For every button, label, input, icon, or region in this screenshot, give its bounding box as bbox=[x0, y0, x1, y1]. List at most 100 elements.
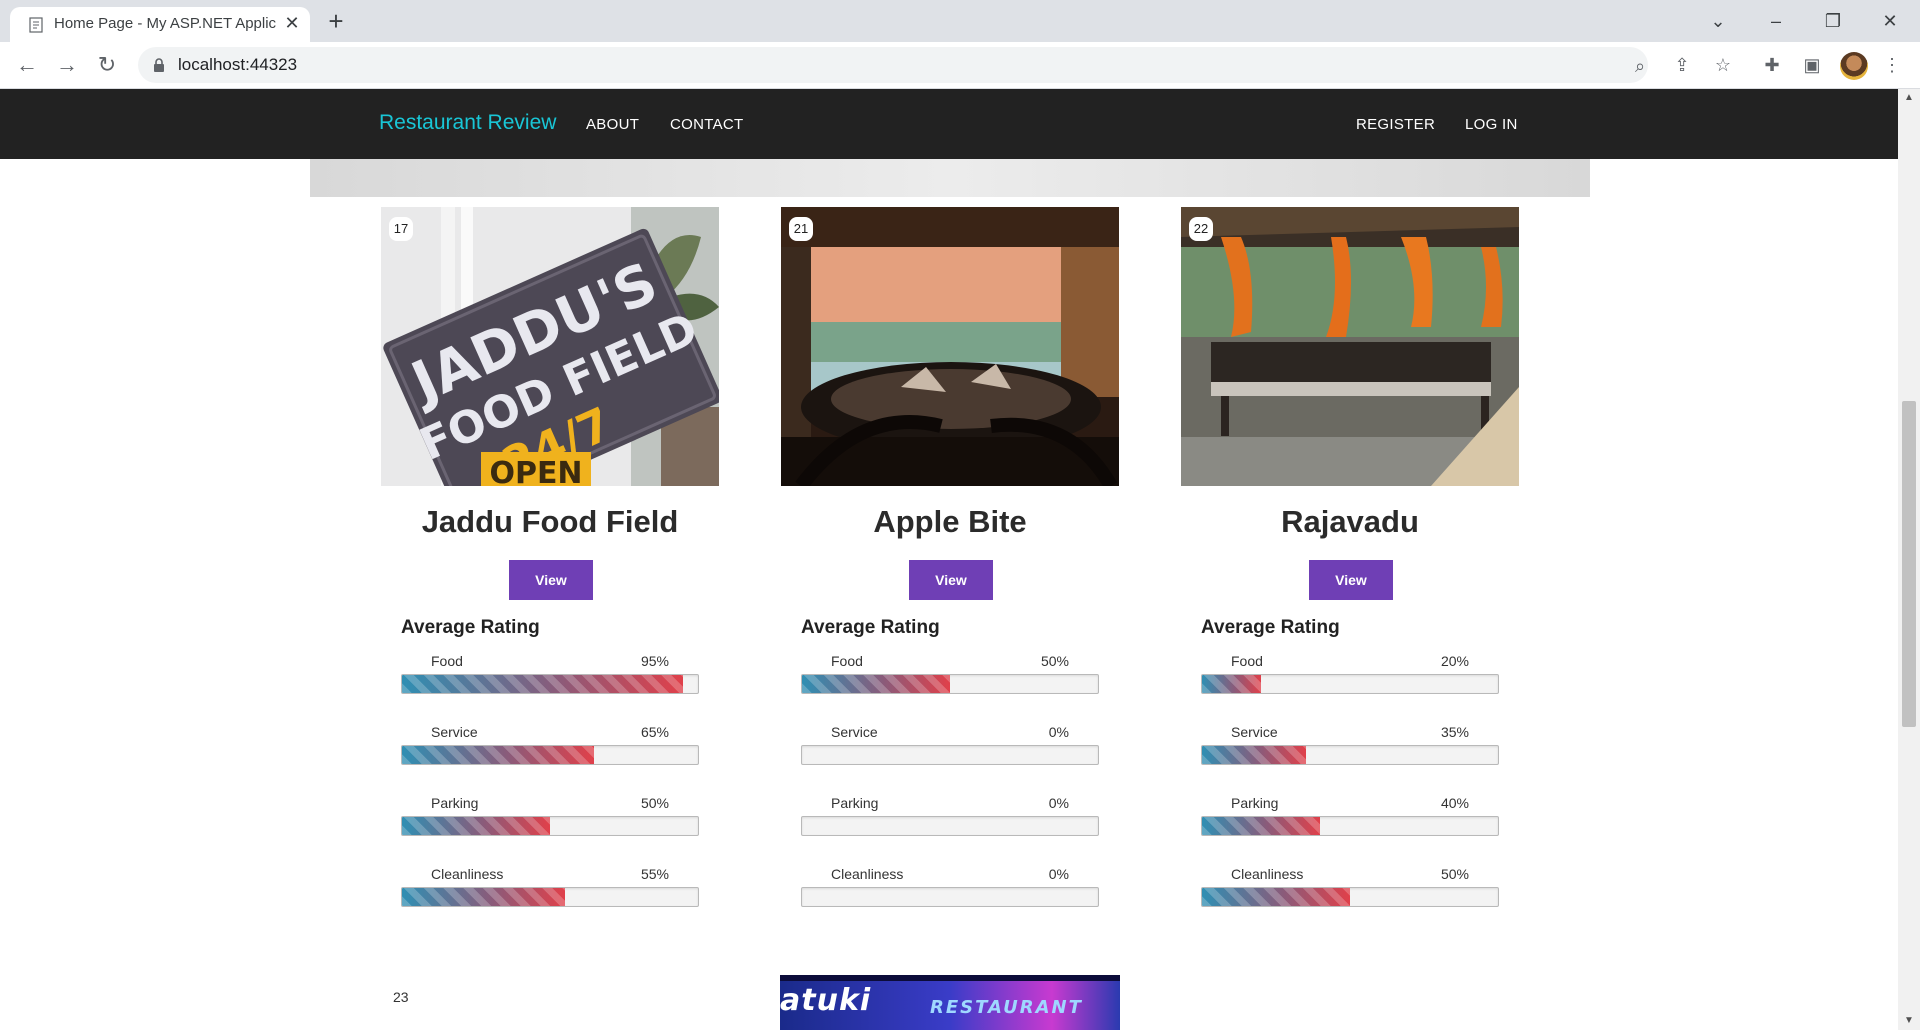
minimize-button[interactable]: – bbox=[1756, 8, 1796, 34]
rating-food: Food 50% bbox=[801, 653, 1099, 709]
rating-cleanliness: Cleanliness 0% bbox=[801, 866, 1099, 922]
jaddu-sign-image: JADDU'S FOOD FIELD 24/7 OPEN bbox=[381, 207, 719, 486]
address-bar[interactable]: localhost:44323 ⌕ bbox=[138, 47, 1648, 83]
restaurant-photo[interactable]: 22 bbox=[1181, 207, 1519, 486]
carousel-bottom-strip bbox=[310, 159, 1590, 197]
back-icon[interactable]: ← bbox=[13, 51, 41, 79]
banner-title: atuki bbox=[780, 983, 872, 1018]
rating-bar bbox=[1201, 745, 1499, 765]
restaurant-id-badge: 17 bbox=[389, 217, 413, 241]
rating-bar bbox=[1201, 674, 1499, 694]
rating-label: Parking bbox=[1231, 795, 1279, 811]
tab-close-icon[interactable]: ✕ bbox=[280, 11, 304, 35]
page-viewport: Restaurant Review ABOUT CONTACT REGISTER… bbox=[0, 89, 1898, 1030]
nav-register[interactable]: REGISTER bbox=[1356, 116, 1435, 133]
scroll-up-arrow-icon[interactable]: ▲ bbox=[1898, 89, 1920, 107]
rating-bar bbox=[801, 887, 1099, 907]
rating-bar-fill bbox=[1202, 888, 1350, 906]
browser-tab[interactable]: Home Page - My ASP.NET Applic ✕ bbox=[10, 7, 310, 42]
view-button[interactable]: View bbox=[909, 560, 993, 600]
rating-bar bbox=[401, 745, 699, 765]
reload-icon[interactable]: ↻ bbox=[93, 51, 121, 79]
scroll-down-arrow-icon[interactable]: ▼ bbox=[1898, 1012, 1920, 1030]
nav-contact[interactable]: CONTACT bbox=[670, 116, 743, 133]
rating-parking: Parking 40% bbox=[1201, 795, 1499, 851]
rating-percent: 20% bbox=[1440, 653, 1469, 669]
bookmark-star-icon[interactable]: ☆ bbox=[1711, 53, 1735, 77]
rating-parking: Parking 50% bbox=[401, 795, 699, 851]
rating-service: Service 0% bbox=[801, 724, 1099, 780]
page-scrollbar[interactable]: ▲ ▼ bbox=[1898, 89, 1920, 1030]
rating-service: Service 35% bbox=[1201, 724, 1499, 780]
new-tab-button[interactable]: + bbox=[322, 8, 350, 34]
rating-bar bbox=[1201, 816, 1499, 836]
rating-label: Parking bbox=[431, 795, 479, 811]
tab-search-icon[interactable]: ⌄ bbox=[1698, 8, 1738, 34]
rating-percent: 40% bbox=[1440, 795, 1469, 811]
average-rating-heading: Average Rating bbox=[801, 617, 940, 638]
side-panel-icon[interactable]: ▣ bbox=[1800, 53, 1824, 77]
share-icon[interactable]: ⇪ bbox=[1670, 53, 1694, 77]
rating-label: Cleanliness bbox=[831, 866, 904, 882]
apple-bite-image bbox=[781, 207, 1119, 486]
restaurant-id-badge: 22 bbox=[1189, 217, 1213, 241]
rating-bar bbox=[401, 674, 699, 694]
rating-label: Food bbox=[431, 653, 463, 669]
banner-subtitle: RESTAURANT bbox=[930, 997, 1083, 1018]
rating-bar bbox=[1201, 887, 1499, 907]
rating-bar bbox=[401, 816, 699, 836]
average-rating-heading: Average Rating bbox=[1201, 617, 1340, 638]
rating-label: Cleanliness bbox=[1231, 866, 1304, 882]
tab-title: Home Page - My ASP.NET Applic bbox=[54, 15, 276, 32]
view-button[interactable]: View bbox=[1309, 560, 1393, 600]
rating-percent: 55% bbox=[640, 866, 669, 882]
close-window-button[interactable]: ✕ bbox=[1870, 8, 1910, 34]
rating-percent: 65% bbox=[640, 724, 669, 740]
nav-login[interactable]: LOG IN bbox=[1465, 116, 1518, 133]
rating-percent: 50% bbox=[640, 795, 669, 811]
restaurant-id-label: 23 bbox=[393, 989, 409, 1005]
brand-link[interactable]: Restaurant Review bbox=[379, 111, 556, 135]
rating-bar-fill bbox=[1202, 746, 1306, 764]
rating-cleanliness: Cleanliness 55% bbox=[401, 866, 699, 922]
rating-bar bbox=[801, 745, 1099, 765]
url-text: localhost:44323 bbox=[178, 55, 298, 74]
rating-bar-fill bbox=[402, 746, 595, 764]
rating-percent: 0% bbox=[1048, 866, 1069, 882]
restaurant-photo[interactable]: 21 bbox=[781, 207, 1119, 486]
rating-label: Food bbox=[1231, 653, 1263, 669]
rating-percent: 95% bbox=[640, 653, 669, 669]
svg-text:OPEN: OPEN bbox=[489, 456, 582, 486]
rating-percent: 50% bbox=[1040, 653, 1069, 669]
menu-kebab-icon[interactable]: ⋮ bbox=[1880, 53, 1904, 77]
rating-bar-fill bbox=[802, 675, 950, 693]
rating-percent: 0% bbox=[1048, 724, 1069, 740]
rating-percent: 50% bbox=[1440, 866, 1469, 882]
rating-label: Service bbox=[1231, 724, 1278, 740]
restaurant-photo[interactable]: JADDU'S FOOD FIELD 24/7 OPEN 17 bbox=[381, 207, 719, 486]
view-button[interactable]: View bbox=[509, 560, 593, 600]
restore-button[interactable]: ❐ bbox=[1813, 8, 1853, 34]
extensions-icon[interactable]: ✚ bbox=[1760, 53, 1784, 77]
nav-about[interactable]: ABOUT bbox=[586, 116, 639, 133]
rating-label: Service bbox=[831, 724, 878, 740]
forward-icon[interactable]: → bbox=[53, 51, 81, 79]
page-favicon-icon bbox=[29, 17, 43, 33]
average-rating-heading: Average Rating bbox=[401, 617, 540, 638]
rating-bar-fill bbox=[1202, 675, 1262, 693]
rating-bar-fill bbox=[1202, 817, 1321, 835]
rating-bar-fill bbox=[402, 888, 565, 906]
site-navbar: Restaurant Review ABOUT CONTACT REGISTER… bbox=[0, 89, 1898, 159]
rating-food: Food 20% bbox=[1201, 653, 1499, 709]
rating-bar bbox=[801, 674, 1099, 694]
browser-tabstrip: Home Page - My ASP.NET Applic ✕ + ⌄ – ❐ … bbox=[0, 0, 1920, 42]
browser-toolbar: ← → ↻ localhost:44323 ⌕ ⇪ ☆ ✚ ▣ ⋮ bbox=[0, 42, 1920, 89]
rajavadu-image bbox=[1181, 207, 1519, 486]
scrollbar-thumb[interactable] bbox=[1902, 401, 1916, 727]
zoom-icon[interactable]: ⌕ bbox=[1629, 55, 1651, 77]
restaurant-photo[interactable]: atuki RESTAURANT bbox=[780, 975, 1120, 1030]
profile-avatar[interactable] bbox=[1840, 52, 1868, 80]
rating-bar bbox=[401, 887, 699, 907]
rating-percent: 35% bbox=[1440, 724, 1469, 740]
rating-food: Food 95% bbox=[401, 653, 699, 709]
